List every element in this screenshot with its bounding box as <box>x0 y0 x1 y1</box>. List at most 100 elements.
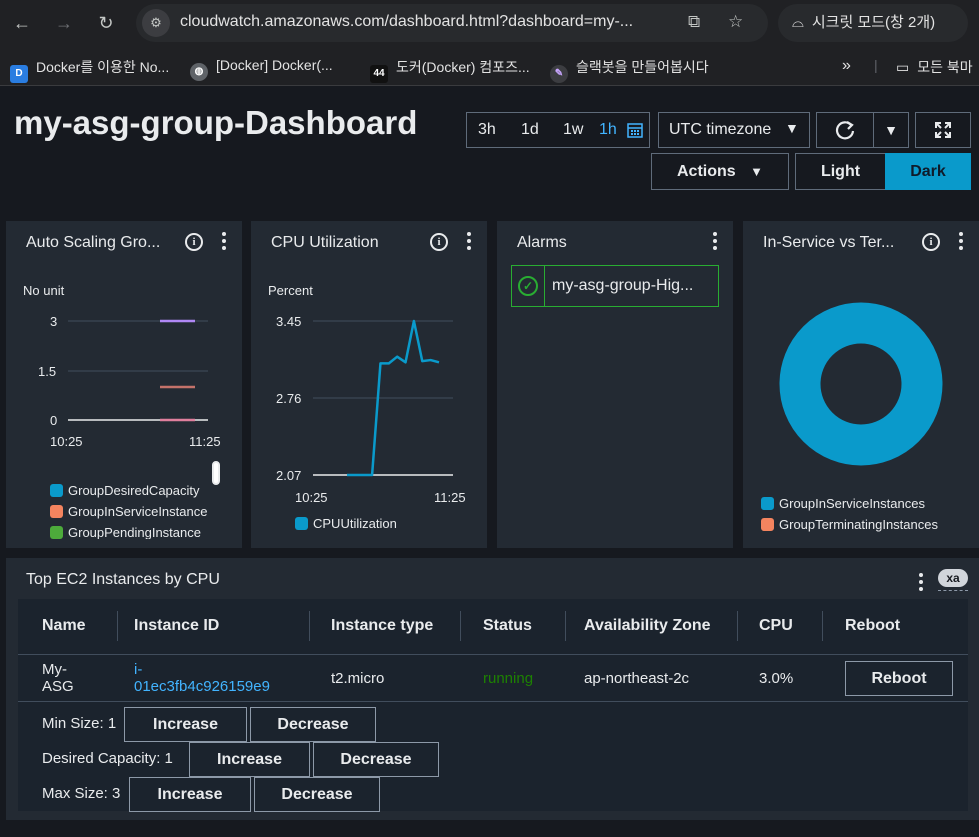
xa-badge[interactable]: xa <box>938 569 968 587</box>
time-range-selector: 3h 1d 1w 1h <box>466 112 650 148</box>
cell-name: My- ASG <box>42 661 74 695</box>
legend-item[interactable]: GroupTerminatingInstances <box>761 517 938 532</box>
dark-theme-button[interactable]: Dark <box>885 153 971 190</box>
max-size-increase-button[interactable]: Increase <box>129 777 251 812</box>
address-bar[interactable]: ⚙ cloudwatch.amazonaws.com/dashboard.htm… <box>136 4 768 42</box>
incognito-icon: ⌓ <box>792 14 804 31</box>
incognito-label: 시크릿 모드(창 2개) <box>811 14 936 31</box>
divider <box>544 266 545 306</box>
site-settings-icon[interactable]: ⚙ <box>142 9 170 37</box>
max-size-decrease-button[interactable]: Decrease <box>254 777 380 812</box>
caret-down-icon: ▼ <box>884 122 898 138</box>
legend-item[interactable]: CPUUtilization <box>295 516 397 531</box>
widget-auto-scaling: Auto Scaling Gro... i No unit 3 1.5 0 10… <box>6 221 242 548</box>
widget-menu-icon[interactable] <box>917 573 925 594</box>
incognito-indicator[interactable]: ⌓ 시크릿 모드(창 2개) <box>778 4 968 42</box>
desired-capacity-label: Desired Capacity: 1 <box>42 750 173 767</box>
back-arrow-icon[interactable]: ← <box>10 11 34 35</box>
legend-swatch <box>761 497 774 510</box>
time-range-1h[interactable]: 1h <box>599 121 617 139</box>
time-range-1d[interactable]: 1d <box>521 121 539 139</box>
column-divider <box>737 611 738 641</box>
max-size-label: Max Size: 3 <box>42 785 121 802</box>
time-range-1w[interactable]: 1w <box>563 121 583 139</box>
alarm-name[interactable]: my-asg-group-Hig... <box>552 277 693 295</box>
legend-item[interactable]: GroupInServiceInstance <box>50 504 207 519</box>
bookmarks-bar: D Docker를 이용한 No... ◍ [Docker] Docker(... … <box>0 46 979 86</box>
bookmark-item[interactable]: 44 도커(Docker) 컴포즈... <box>370 57 530 83</box>
column-header-availability-zone: Availability Zone <box>584 617 711 634</box>
reload-icon[interactable]: ↻ <box>94 11 118 35</box>
column-header-instance-type: Instance type <box>331 617 434 634</box>
widget-top-ec2-instances: Top EC2 Instances by CPU xa Name Instanc… <box>6 558 979 820</box>
column-header-status: Status <box>483 617 532 634</box>
legend-scrollbar[interactable] <box>212 461 220 485</box>
legend-item[interactable]: GroupInServiceInstances <box>761 496 925 511</box>
page-title: my-asg-group-Dashboard <box>14 104 418 141</box>
caret-down-icon: ▼ <box>785 120 799 136</box>
legend: GroupDesiredCapacity GroupInServiceInsta… <box>50 483 210 539</box>
column-header-name: Name <box>42 617 86 634</box>
badge-underline <box>938 590 968 591</box>
refresh-icon <box>835 121 855 140</box>
donut-slice-groupinserviceinstances <box>779 302 943 466</box>
legend-swatch <box>295 517 308 530</box>
legend-swatch <box>50 484 63 497</box>
header-divider <box>18 654 968 655</box>
refresh-options-dropdown[interactable]: ▼ <box>873 112 909 148</box>
cell-instance-id-link[interactable]: i- 01ec3fb4c926159e9 <box>134 661 270 695</box>
bookmark-item[interactable]: ◍ [Docker] Docker(... <box>190 57 333 81</box>
calendar-icon[interactable] <box>627 122 643 138</box>
bookmark-item[interactable]: ✎ 슬랙봇을 만들어봅시다 <box>550 57 709 83</box>
light-theme-button[interactable]: Light <box>795 153 886 190</box>
refresh-button[interactable] <box>816 112 874 148</box>
translate-icon[interactable]: ⧉ <box>688 12 700 32</box>
fullscreen-button[interactable] <box>915 112 971 148</box>
column-divider <box>565 611 566 641</box>
expand-icon <box>935 122 951 138</box>
forward-arrow-icon[interactable]: → <box>52 11 76 35</box>
widget-alarms: Alarms ✓ my-asg-group-Hig... <box>497 221 733 548</box>
column-header-instance-id: Instance ID <box>134 617 220 634</box>
column-divider <box>822 611 823 641</box>
cell-availability-zone: ap-northeast-2c <box>584 670 690 687</box>
timezone-label: UTC timezone <box>669 121 772 138</box>
column-divider <box>117 611 118 641</box>
legend-swatch <box>50 505 63 518</box>
bookmark-item[interactable]: D Docker를 이용한 No... <box>10 57 169 83</box>
bookmark-star-icon[interactable]: ☆ <box>728 12 743 32</box>
cell-status: running <box>483 670 534 687</box>
time-range-3h[interactable]: 3h <box>478 121 496 139</box>
widget-inservice-vs-terminating: In-Service vs Ter... i GroupInServiceIns… <box>743 221 979 548</box>
column-divider <box>309 611 310 641</box>
desired-capacity-decrease-button[interactable]: Decrease <box>313 742 439 777</box>
row-divider <box>18 701 968 702</box>
browser-toolbar: ← → ↻ ⚙ cloudwatch.amazonaws.com/dashboa… <box>0 0 979 46</box>
min-size-increase-button[interactable]: Increase <box>124 707 247 742</box>
feather-icon: ✎ <box>550 65 568 83</box>
timezone-dropdown[interactable]: UTC timezone ▼ <box>658 112 810 148</box>
column-header-reboot: Reboot <box>845 617 901 634</box>
dale-logo-icon: D <box>10 65 28 83</box>
desired-capacity-increase-button[interactable]: Increase <box>189 742 310 777</box>
bookmark-divider: | <box>874 57 878 73</box>
widget-title: Alarms <box>517 234 567 251</box>
actions-label: Actions <box>677 163 736 180</box>
legend-item[interactable]: GroupPendingInstance <box>50 525 201 539</box>
globe-icon: ◍ <box>190 63 208 81</box>
min-size-decrease-button[interactable]: Decrease <box>250 707 376 742</box>
legend-item[interactable]: GroupDesiredCapacity <box>50 483 200 498</box>
min-size-label: Min Size: 1 <box>42 715 117 732</box>
44-badge-icon: 44 <box>370 65 388 83</box>
cell-cpu: 3.0% <box>759 670 794 687</box>
actions-dropdown[interactable]: Actions ▼ <box>651 153 789 190</box>
caret-down-icon: ▼ <box>750 164 763 179</box>
column-header-cpu: CPU <box>759 617 793 634</box>
widget-menu-icon[interactable] <box>711 232 719 253</box>
all-bookmarks-folder[interactable]: ▭ 모든 북마 <box>896 57 973 77</box>
reboot-button[interactable]: Reboot <box>845 661 953 696</box>
url-text[interactable]: cloudwatch.amazonaws.com/dashboard.html?… <box>180 13 633 31</box>
more-bookmarks-button[interactable]: » <box>842 57 851 75</box>
alarm-status-item[interactable]: ✓ my-asg-group-Hig... <box>511 265 719 307</box>
legend-swatch <box>50 526 63 539</box>
